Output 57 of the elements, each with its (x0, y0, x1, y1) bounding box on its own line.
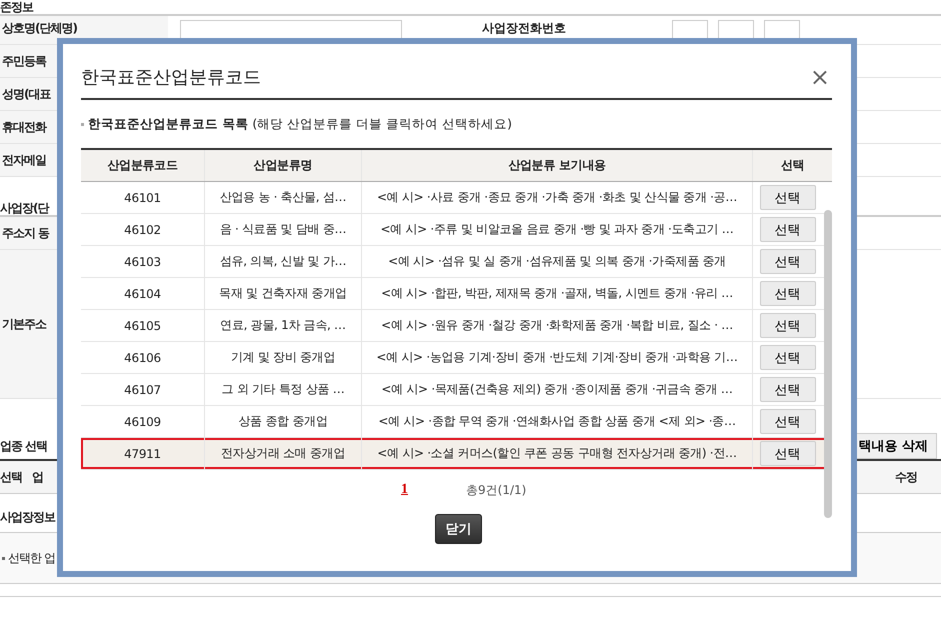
table-cell: 목재 및 건축자재 중개업 (205, 278, 362, 309)
table-cell: <예 시> ·소셜 커머스(할인 쿠폰 공동 구매형 전자상거래 중개) ·전… (362, 438, 753, 469)
table-row[interactable]: 46101 산업용 농 · 축산물, 섬… <예 시> ·사료 중개 ·종묘 중개 ·가축 중개 ·화초 및 산식물 중개 ·공… 선택 (81, 182, 832, 214)
total-count: 총9건(1/1) (466, 482, 526, 498)
table-cell: 46109 (81, 406, 205, 437)
table-cell: 46106 (81, 342, 205, 373)
table-cell: <예 시> ·종합 무역 중개 ·연쇄화사업 종합 상품 중개 <제 외> ·종… (362, 406, 753, 437)
select-button[interactable]: 선택 (760, 281, 816, 306)
column-header: 산업분류코드 (81, 150, 205, 181)
select-button[interactable]: 선택 (760, 217, 816, 242)
table-cell: 연료, 광물, 1차 금속, … (205, 310, 362, 341)
table-cell: 46101 (81, 182, 205, 213)
select-button[interactable]: 선택 (760, 441, 816, 466)
page-link[interactable]: 1 (401, 482, 408, 498)
table-cell: 상품 종합 중개업 (205, 406, 362, 437)
table-cell: <예 시> ·목제품(건축용 제외) 중개 ·종이제품 중개 ·귀금속 중개 … (362, 374, 753, 405)
table-cell: 음 · 식료품 및 담배 중… (205, 214, 362, 245)
table-cell: 46102 (81, 214, 205, 245)
table-cell: 그 외 기타 특정 상품 … (205, 374, 362, 405)
table-cell: 46107 (81, 374, 205, 405)
select-button[interactable]: 선택 (760, 377, 816, 402)
column-header: 산업분류명 (205, 150, 362, 181)
table-cell: 46103 (81, 246, 205, 277)
column-header: 수정 (894, 468, 918, 486)
table-cell: 46105 (81, 310, 205, 341)
table-cell: 46104 (81, 278, 205, 309)
select-button[interactable]: 선택 (760, 409, 816, 434)
table-cell: 기계 및 장비 중개업 (205, 342, 362, 373)
table-cell: <예 시> ·섬유 및 실 중개 ·섬유제품 및 의복 중개 ·가죽제품 중개 (362, 246, 753, 277)
select-button[interactable]: 선택 (760, 313, 816, 338)
bullet-icon (81, 122, 84, 126)
table-cell: 산업용 농 · 축산물, 섬… (205, 182, 362, 213)
column-header: 산업분류 보기내용 (362, 150, 753, 181)
section-title: 존정보 (0, 0, 33, 14)
close-button[interactable]: 닫기 (435, 514, 482, 544)
column-header: 선택 (780, 157, 806, 174)
table-cell: <예 시> ·합판, 박판, 제재목 중개 ·골재, 벽돌, 시멘트 중개 ·유리 … (362, 278, 753, 309)
notice-text: 선택한 업 (8, 550, 55, 566)
select-button[interactable]: 선택 (760, 185, 816, 210)
table-cell: <예 시> ·농업용 기계·장비 중개 ·반도체 기계·장비 중개 ·과학용 기… (362, 342, 753, 373)
table-cell: 섬유, 의복, 신발 및 가… (205, 246, 362, 277)
bullet-icon (2, 556, 5, 560)
table-cell: <예 시> ·사료 중개 ·종묘 중개 ·가축 중개 ·화초 및 산식물 중개 ·공… (362, 182, 753, 213)
select-button[interactable]: 선택 (760, 249, 816, 274)
close-button[interactable]: × (808, 65, 832, 89)
field-label: 사업장전화번호 (482, 20, 567, 37)
section-title: 업종 선택 (0, 439, 48, 453)
table-cell: <예 시> ·원유 중개 ·철강 중개 ·화학제품 중개 ·복합 비료, 질소 · … (362, 310, 753, 341)
scrollbar[interactable] (824, 210, 832, 518)
column-header: 업 (32, 468, 43, 486)
section-title: 사업장(단 (0, 201, 48, 215)
table-cell: 전자상거래 소매 중개업 (205, 438, 362, 469)
column-header: 선택 (0, 468, 23, 486)
select-button[interactable]: 선택 (760, 345, 816, 370)
table-cell: 47911 (81, 438, 205, 469)
table-cell: <예 시> ·주류 및 비알코올 음료 중개 ·빵 및 과자 중개 ·도축고기 … (362, 214, 753, 245)
section-title: 사업장정보 (0, 510, 55, 524)
